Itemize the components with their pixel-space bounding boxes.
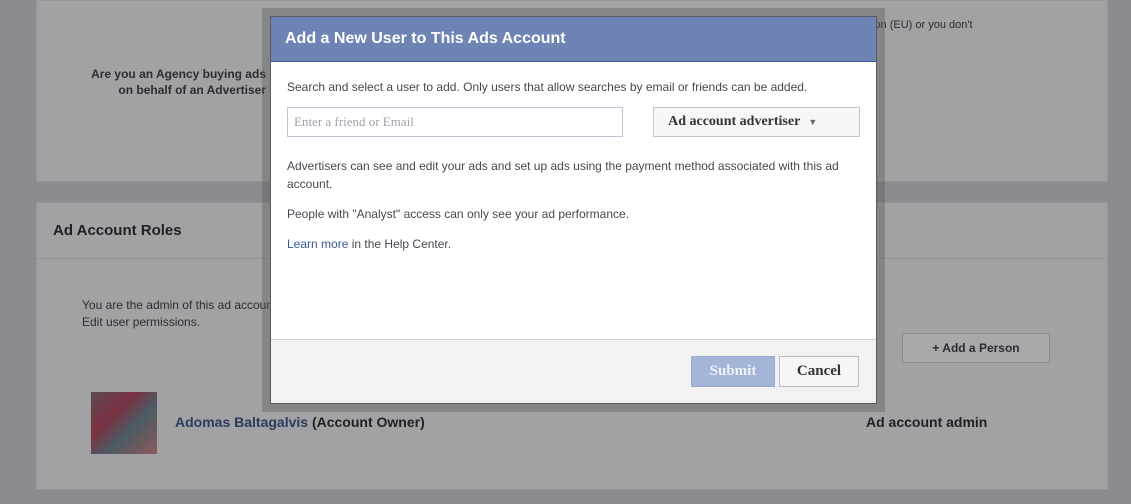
dialog-body: Search and select a user to add. Only us… bbox=[271, 62, 876, 253]
learn-more-link[interactable]: Learn more bbox=[287, 237, 348, 251]
avatar[interactable] bbox=[91, 392, 157, 454]
cancel-button[interactable]: Cancel bbox=[779, 356, 859, 387]
intro-text: Search and select a user to add. Only us… bbox=[287, 80, 808, 94]
analyst-description: People with "Analyst" access can only se… bbox=[287, 207, 630, 221]
roles-title: Ad Account Roles bbox=[53, 222, 182, 239]
help-center-line: Learn more in the Help Center. bbox=[287, 235, 860, 253]
advertisers-description: Advertisers can see and edit your ads an… bbox=[287, 159, 839, 191]
agency-question: Are you an Agency buying ads on behalf o… bbox=[91, 67, 266, 97]
dialog-footer: Submit Cancel bbox=[271, 339, 876, 403]
help-center-text: in the Help Center. bbox=[348, 237, 452, 251]
owner-role-label: (Account Owner) bbox=[311, 414, 425, 430]
eu-fragment-text: ion (EU) or you don't bbox=[872, 19, 973, 31]
input-row: Ad account advertiser ▼ bbox=[287, 107, 860, 137]
search-input[interactable] bbox=[287, 107, 624, 137]
submit-button[interactable]: Submit bbox=[691, 356, 775, 387]
role-select-value: Ad account advertiser bbox=[668, 114, 801, 129]
owner-name-link[interactable]: Adomas Baltagalvis bbox=[175, 414, 308, 430]
admin-role-label: Ad account admin bbox=[866, 414, 988, 430]
add-person-button[interactable]: + Add a Person bbox=[902, 333, 1050, 363]
role-select[interactable]: Ad account advertiser ▼ bbox=[653, 107, 860, 137]
caret-down-icon: ▼ bbox=[808, 117, 818, 127]
dialog-title: Add a New User to This Ads Account bbox=[271, 17, 876, 62]
owner-row: Adomas Baltagalvis (Account Owner) bbox=[175, 414, 425, 430]
admin-info-text: You are the admin of this ad account. Ed… bbox=[82, 298, 280, 329]
add-user-dialog: Add a New User to This Ads Account Searc… bbox=[270, 16, 877, 404]
